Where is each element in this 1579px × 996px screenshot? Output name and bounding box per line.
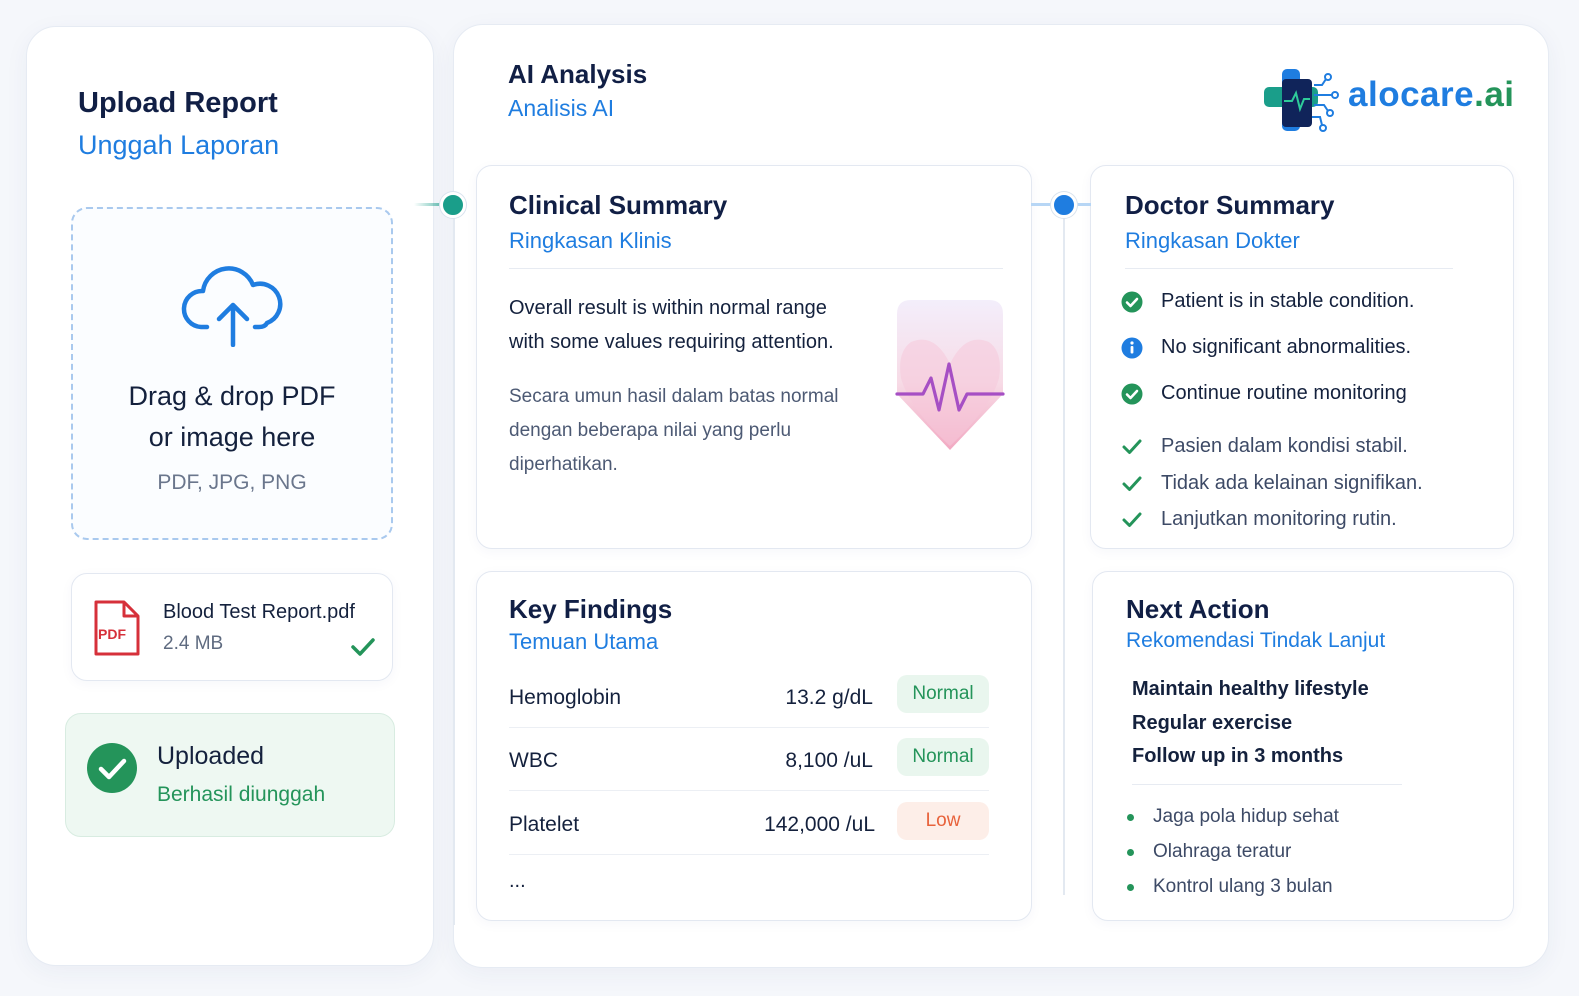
flow-node-teal (440, 192, 466, 218)
summary-id-line3: diperhatikan. (509, 454, 618, 475)
divider (509, 268, 1003, 269)
doctor-point-text: Continue routine monitoring (1161, 382, 1407, 404)
summary-id-line1: Secara umun hasil dalam batas normal (509, 386, 839, 407)
upload-subtitle: Unggah Laporan (78, 130, 280, 160)
dropzone-formats: PDF, JPG, PNG (157, 471, 307, 494)
finding-row[interactable]: Platelet 142,000 /uL Low (509, 795, 989, 855)
file-size: 2.4 MB (163, 633, 224, 654)
finding-row[interactable]: Hemoglobin 13.2 g/dL Normal (509, 668, 989, 728)
action-item-id-text: Olahraga teratur (1153, 841, 1292, 862)
status-badge: Normal (897, 675, 989, 713)
heart-pulse-icon (895, 298, 1005, 459)
next-action-card: Next Action Rekomendasi Tindak Lanjut Ma… (1092, 571, 1514, 921)
brand-suffix: .ai (1474, 75, 1515, 114)
doctor-point-id-text: Pasien dalam kondisi stabil. (1161, 435, 1408, 457)
divider (509, 727, 989, 728)
uploaded-file-card[interactable]: PDF Blood Test Report.pdf 2.4 MB (71, 573, 393, 681)
info-icon (1121, 337, 1143, 364)
brand-prefix: alocare (1348, 75, 1475, 114)
clinical-summary-title: Clinical Summary (509, 190, 728, 220)
bullet-icon (1127, 884, 1134, 891)
flow-line-left (453, 205, 455, 925)
upload-status-card: Uploaded Berhasil diunggah (65, 713, 395, 837)
finding-value: 13.2 g/dL (785, 686, 873, 709)
finding-name: Platelet (509, 813, 580, 836)
summary-en-line2: with some values requiring attention. (509, 331, 834, 353)
status-badge: Low (897, 802, 989, 840)
cloud-upload-icon (179, 261, 287, 352)
doctor-point-text: No significant abnormalities. (1161, 336, 1412, 358)
upload-status-subtitle: Berhasil diunggah (157, 783, 326, 806)
clinical-summary-subtitle: Ringkasan Klinis (509, 228, 672, 253)
divider (1132, 784, 1402, 785)
file-name: Blood Test Report.pdf (163, 601, 355, 623)
doctor-summary-card: Doctor Summary Ringkasan Dokter Patient … (1090, 165, 1514, 549)
upload-title: Upload Report (78, 87, 278, 119)
file-dropzone[interactable]: Drag & drop PDF or image here PDF, JPG, … (71, 207, 393, 540)
next-action-title: Next Action (1126, 594, 1270, 624)
flow-node-blue (1051, 192, 1077, 218)
upload-status-title: Uploaded (157, 742, 265, 770)
analysis-title: AI Analysis (508, 59, 648, 89)
finding-name: Hemoglobin (509, 686, 622, 709)
action-item: Maintain healthy lifestyle (1132, 678, 1369, 700)
bullet-icon (1127, 849, 1134, 856)
check-icon (350, 636, 376, 663)
more-findings[interactable]: ... (509, 870, 526, 893)
doctor-summary-title: Doctor Summary (1125, 190, 1335, 220)
doctor-point-text: Patient is in stable condition. (1161, 290, 1415, 312)
bullet-icon (1127, 814, 1134, 821)
key-findings-subtitle: Temuan Utama (509, 629, 659, 654)
doctor-point-id-text: Tidak ada kelainan signifikan. (1161, 472, 1423, 494)
finding-value: 8,100 /uL (785, 749, 873, 772)
brand-wordmark: alocare.ai (1348, 75, 1515, 115)
divider (1125, 268, 1453, 269)
doctor-point-id-text: Lanjutkan monitoring rutin. (1161, 508, 1397, 530)
action-item: Follow up in 3 months (1132, 745, 1344, 767)
finding-name: WBC (509, 749, 558, 772)
check-circle-icon (1121, 291, 1143, 318)
doctor-summary-subtitle: Ringkasan Dokter (1125, 228, 1300, 253)
analysis-subtitle: Analisis AI (508, 95, 615, 121)
check-icon (1121, 438, 1143, 461)
clinical-summary-card: Clinical Summary Ringkasan Klinis Overal… (476, 165, 1032, 549)
check-icon (1121, 475, 1143, 498)
check-icon (1121, 511, 1143, 534)
action-item-id-text: Kontrol ulang 3 bulan (1153, 876, 1333, 897)
alocare-logo-icon (1262, 65, 1344, 140)
divider (509, 790, 989, 791)
brand-logo: alocare.ai (1262, 65, 1522, 135)
divider (509, 854, 989, 855)
finding-value: 142,000 /uL (764, 813, 875, 836)
next-action-subtitle: Rekomendasi Tindak Lanjut (1126, 629, 1386, 652)
status-badge: Normal (897, 738, 989, 776)
upload-panel: Upload Report Unggah Laporan Drag & drop… (26, 26, 434, 966)
key-findings-title: Key Findings (509, 594, 673, 624)
flow-line-right (1063, 205, 1065, 895)
finding-row[interactable]: WBC 8,100 /uL Normal (509, 731, 989, 791)
dropzone-line2: or image here (148, 422, 316, 452)
pdf-icon-label: PDF (98, 626, 126, 642)
analysis-panel: AI Analysis Analisis AI alocare.ai Clini… (453, 24, 1549, 968)
key-findings-card: Key Findings Temuan Utama Hemoglobin 13.… (476, 571, 1032, 921)
check-circle-icon (1121, 383, 1143, 410)
summary-en-line1: Overall result is within normal range (509, 297, 827, 319)
summary-id-line2: dengan beberapa nilai yang perlu (509, 420, 792, 441)
success-check-icon (86, 742, 138, 799)
dropzone-line1: Drag & drop PDF (128, 381, 336, 411)
action-item-id-text: Jaga pola hidup sehat (1153, 806, 1339, 827)
action-item: Regular exercise (1132, 712, 1293, 734)
